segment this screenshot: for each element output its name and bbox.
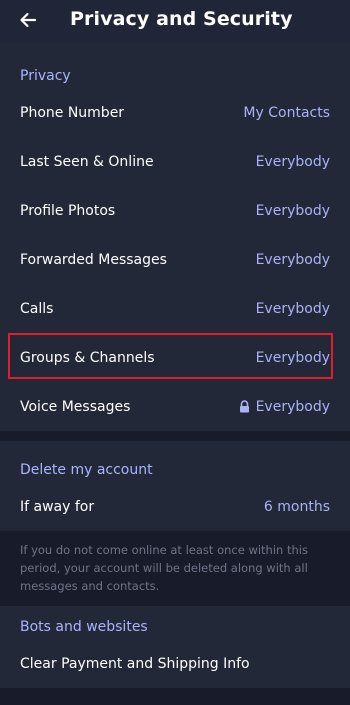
- row-value-text: Everybody: [255, 398, 330, 415]
- privacy-item-profile-photos[interactable]: Profile Photos Everybody: [0, 186, 350, 235]
- row-value: My Contacts: [243, 104, 330, 121]
- row-label: Forwarded Messages: [20, 251, 167, 268]
- row-label: Clear Payment and Shipping Info: [20, 655, 250, 672]
- row-label: If away for: [20, 498, 95, 515]
- privacy-item-forwarded-messages[interactable]: Forwarded Messages Everybody: [0, 235, 350, 284]
- privacy-item-groups-channels[interactable]: Groups & Channels Everybody: [0, 333, 350, 382]
- arrow-left-icon: [20, 12, 37, 28]
- privacy-item-calls[interactable]: Calls Everybody: [0, 284, 350, 333]
- lock-icon: [239, 400, 249, 413]
- row-label: Profile Photos: [20, 202, 116, 219]
- row-value: Everybody: [255, 349, 330, 366]
- row-value: Everybody: [255, 251, 330, 268]
- bots-section: Bots and websites Clear Payment and Ship…: [0, 606, 350, 688]
- privacy-item-last-seen[interactable]: Last Seen & Online Everybody: [0, 137, 350, 186]
- section-title-bots: Bots and websites: [20, 619, 148, 635]
- delete-account-info: If you do not come online at least once …: [0, 531, 350, 606]
- section-title-privacy: Privacy: [20, 68, 71, 84]
- app-header: Privacy and Security: [0, 0, 350, 42]
- privacy-item-phone-number[interactable]: Phone Number My Contacts: [0, 88, 350, 137]
- section-divider: [0, 431, 350, 441]
- row-value: Everybody: [255, 202, 330, 219]
- row-value: Everybody: [255, 300, 330, 317]
- row-label: Voice Messages: [20, 398, 131, 415]
- row-label: Groups & Channels: [20, 349, 155, 366]
- if-away-for-row[interactable]: If away for 6 months: [0, 482, 350, 531]
- privacy-section: Privacy Phone Number My Contacts Last Se…: [0, 42, 350, 431]
- row-label: Calls: [20, 300, 54, 317]
- delete-account-section: Delete my account If away for 6 months: [0, 441, 350, 531]
- row-value: 6 months: [263, 498, 330, 515]
- privacy-item-voice-messages[interactable]: Voice Messages Everybody: [0, 382, 350, 431]
- row-value: Everybody: [255, 153, 330, 170]
- back-button[interactable]: [17, 9, 39, 31]
- row-label: Phone Number: [20, 104, 125, 121]
- row-label: Last Seen & Online: [20, 153, 154, 170]
- clear-payment-info-row[interactable]: Clear Payment and Shipping Info: [0, 639, 350, 688]
- section-title-delete-account: Delete my account: [20, 462, 153, 478]
- page-title: Privacy and Security: [70, 8, 293, 30]
- row-value-locked: Everybody: [239, 399, 330, 415]
